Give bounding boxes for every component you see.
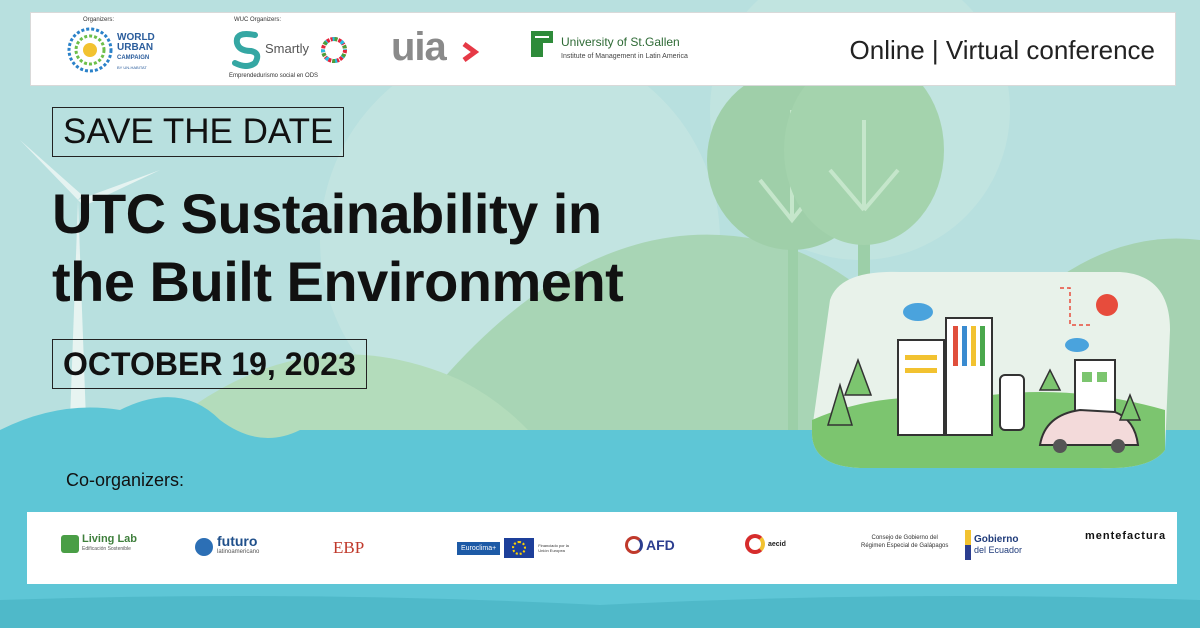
st-gallen-logo-icon — [531, 31, 553, 57]
sdg-wheel-icon — [321, 37, 347, 63]
aecid-emblem-icon — [745, 534, 765, 554]
euroclima-eu-logo: Euroclima+ Financiado por la Unión Europ… — [457, 538, 570, 558]
smartly-logo: Smartly — [265, 41, 310, 56]
smartly-logo-icon — [232, 31, 261, 69]
ebp-logo: EBP — [333, 538, 365, 557]
euroclima-logo: Euroclima+ — [457, 541, 501, 555]
living-lab-logo: Living Lab Edificación Sostenible — [61, 534, 137, 554]
mentefactura-logo: mentefactura — [1085, 530, 1167, 542]
galapagos-council-logo: Consejo de Gobierno del Régimen Especial… — [861, 535, 949, 549]
house-leaf-icon — [61, 535, 79, 553]
smartly-subtitle: Emprendedurismo social en ODS — [229, 73, 319, 79]
uia-logo: uia — [391, 25, 447, 69]
event-date-badge: OCTOBER 19, 2023 — [52, 339, 367, 389]
world-urban-campaign-logo-icon — [67, 27, 113, 73]
uia-chevron-icon — [462, 41, 479, 63]
title-line-2: the Built Environment — [52, 250, 624, 313]
eu-flag-icon — [504, 538, 535, 558]
aecid-logo: aecid — [745, 534, 786, 554]
page-title: UTC Sustainability in the Built Environm… — [52, 180, 812, 316]
coorganizers-label: Co-organizers: — [66, 470, 185, 490]
city-island-illustration — [811, 271, 1170, 469]
online-conference-text: Online | Virtual conference — [849, 35, 1155, 65]
wuc-organizers-label: WUC Organizers: — [234, 17, 282, 23]
futuro-latinoamericano-logo: futuro latinoamericano — [195, 534, 259, 558]
ecuador-shield-icon — [965, 530, 971, 560]
afd-circle-icon — [625, 536, 643, 554]
globe-icon — [195, 538, 213, 556]
st-gallen-logo: University of St.Gallen — [561, 35, 680, 49]
world-urban-campaign-logo: WORLD URBAN CAMPAIGN BY UN-HABITAT — [117, 32, 155, 71]
gobierno-ecuador-logo: Gobierno del Ecuador — [965, 530, 1022, 560]
coorganizers-bar: Living Lab Edificación Sostenible futuro… — [27, 512, 1177, 584]
organizers-label: Organizers: — [83, 17, 115, 23]
afd-logo: AFD — [625, 536, 675, 554]
st-gallen-subtitle: Institute of Management in Latin America — [561, 53, 688, 60]
save-the-date-badge: SAVE THE DATE — [52, 107, 345, 157]
title-line-1: UTC Sustainability in — [52, 182, 602, 245]
organizers-bar: Organizers: WORLD URBAN CAMPAIGN BY UN-H… — [30, 12, 1176, 86]
